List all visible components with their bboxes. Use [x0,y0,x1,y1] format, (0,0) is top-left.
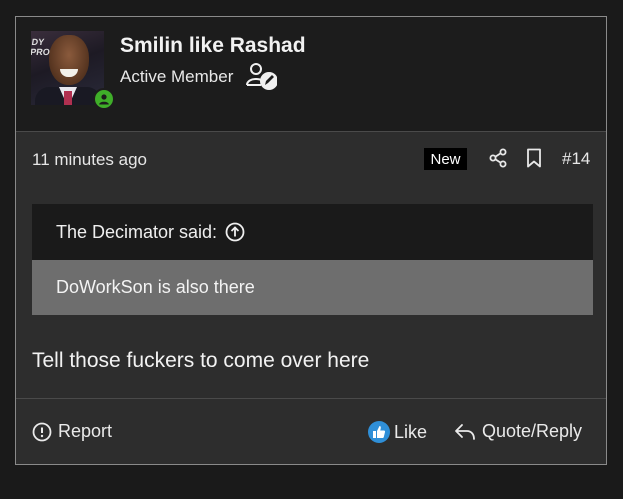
share-icon[interactable] [488,148,508,168]
arrow-up-circle-icon[interactable] [225,222,245,242]
quote-reply-label: Quote/Reply [482,421,583,441]
post-number[interactable]: #14 [562,149,590,169]
like-label: Like [394,421,428,442]
thumbs-up-icon [368,421,390,443]
like-button[interactable]: Like [368,421,427,443]
post-card: DY PRO Smilin like Rashad Active Member 1… [15,16,607,465]
reply-icon [455,423,475,440]
quote-block: The Decimator said: DoWorkSon is also th… [32,204,593,315]
post-meta: 11 minutes ago New #14 [16,132,606,187]
quote-reply-button[interactable]: Quote/Reply [454,421,582,442]
user-title: Active Member [120,67,234,86]
post-message: Tell those fuckers to come over here [32,349,370,372]
member-badge-icon [246,63,277,90]
bookmark-icon[interactable] [525,148,543,168]
username[interactable]: Smilin like Rashad [120,34,306,58]
post-header: DY PRO Smilin like Rashad Active Member [16,17,606,132]
post-actions: Report Like Quote/Reply [16,398,606,465]
alert-circle-icon [32,422,52,441]
quote-text: DoWorkSon is also there [32,260,593,315]
report-button[interactable]: Report [32,421,112,442]
online-status-icon [93,88,115,110]
report-label: Report [58,421,113,441]
new-badge: New [424,148,467,170]
quote-attribution[interactable]: The Decimator said: [32,204,593,260]
post-timestamp[interactable]: 11 minutes ago [32,150,147,170]
quote-author: The Decimator said: [56,221,218,242]
